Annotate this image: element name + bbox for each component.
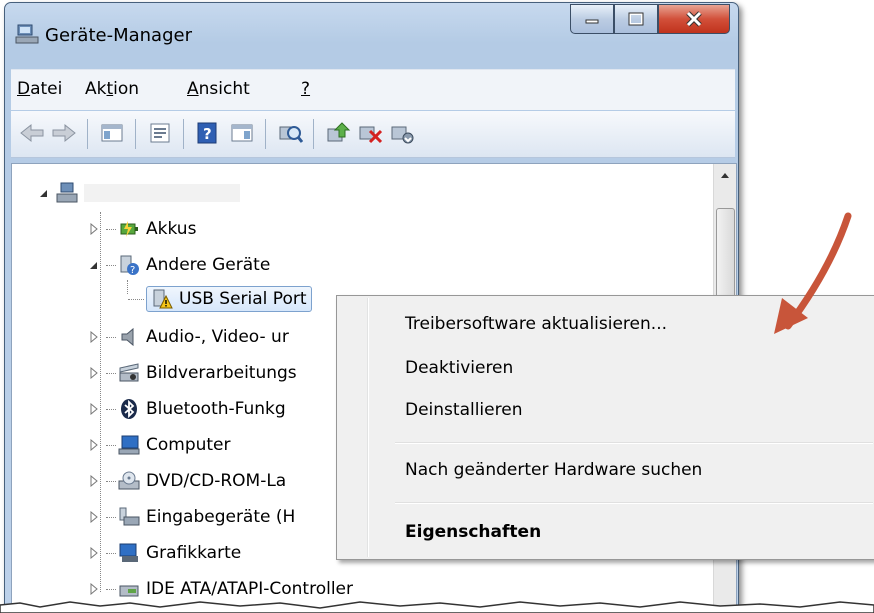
collapse-arrow-icon[interactable] — [88, 259, 100, 271]
expand-arrow-icon[interactable] — [88, 331, 100, 343]
console-tree-icon[interactable] — [99, 121, 125, 145]
help-icon[interactable]: ? — [195, 121, 221, 145]
warning-device-icon — [153, 289, 173, 309]
toolbar: ? — [11, 111, 735, 158]
menu-ansicht[interactable]: Ansicht — [187, 79, 250, 99]
action-pane-icon[interactable] — [229, 121, 255, 145]
collapse-arrow-icon[interactable] — [38, 187, 50, 199]
svg-text:?: ? — [130, 265, 135, 276]
battery-icon — [120, 221, 138, 237]
expand-arrow-icon[interactable] — [88, 547, 100, 559]
menu-help[interactable]: ? — [301, 79, 310, 99]
scan-hardware-icon[interactable] — [277, 121, 303, 145]
expand-arrow-icon[interactable] — [88, 583, 100, 595]
speaker-icon — [121, 327, 134, 347]
tree-item-akkus[interactable]: Akkus — [88, 214, 196, 244]
menu-datei[interactable]: Datei — [17, 79, 62, 99]
tree-root[interactable] — [38, 178, 240, 208]
computer-root-icon — [56, 182, 78, 203]
display-adapter-icon — [119, 543, 138, 562]
tree-item-grafikkarte[interactable]: Grafikkarte — [88, 538, 241, 568]
svg-text:?: ? — [203, 125, 212, 143]
selected-item[interactable]: USB Serial Port — [146, 286, 312, 312]
tree-item-audio[interactable]: Audio-, Video- ur — [88, 322, 289, 352]
bluetooth-icon — [121, 399, 137, 419]
scanner-icon — [119, 363, 139, 382]
uninstall-device-icon[interactable] — [357, 121, 383, 145]
keyboard-icon — [119, 507, 140, 526]
close-icon — [686, 11, 702, 27]
maximize-icon — [628, 12, 644, 26]
computer-icon — [118, 435, 140, 455]
expand-arrow-icon[interactable] — [88, 475, 100, 487]
menu-disable[interactable]: Deaktivieren — [405, 358, 513, 378]
expand-arrow-icon[interactable] — [88, 511, 100, 523]
close-button[interactable] — [658, 4, 730, 34]
ide-controller-icon — [119, 585, 139, 597]
minimize-button[interactable] — [570, 4, 614, 34]
tree-item-bildverarbeitung[interactable]: Bildverarbeitungs — [88, 358, 297, 388]
tree-item-dvd[interactable]: DVD/CD-ROM-La — [88, 466, 286, 496]
scroll-up-button[interactable] — [714, 164, 736, 186]
properties-icon[interactable] — [147, 121, 173, 145]
disable-device-icon[interactable] — [389, 121, 415, 145]
dvd-drive-icon — [118, 471, 140, 490]
expand-arrow-icon[interactable] — [88, 223, 100, 235]
menu-properties[interactable]: Eigenschaften — [405, 522, 541, 542]
caption-buttons — [570, 4, 730, 34]
menu-scan-hardware[interactable]: Nach geänderter Hardware suchen — [405, 460, 702, 480]
menu-uninstall[interactable]: Deinstallieren — [405, 400, 522, 420]
tree-item-bluetooth[interactable]: Bluetooth-Funkg — [88, 394, 286, 424]
menu-update-driver[interactable]: Treibersoftware aktualisieren... — [405, 314, 667, 334]
maximize-button[interactable] — [614, 4, 658, 34]
device-manager-icon — [15, 24, 39, 44]
back-arrow-icon[interactable] — [19, 121, 45, 145]
minimize-icon — [585, 19, 599, 24]
unknown-device-icon: ? — [120, 255, 139, 276]
forward-arrow-icon[interactable] — [51, 121, 77, 145]
chevron-up-icon — [721, 173, 729, 178]
expand-arrow-icon[interactable] — [88, 367, 100, 379]
menu-aktion[interactable]: Aktion — [85, 79, 139, 99]
tree-item-computer[interactable]: Computer — [88, 430, 231, 460]
blurred-computer-name — [84, 184, 240, 202]
title-bar[interactable]: Geräte-Manager — [5, 3, 738, 61]
tree-item-andere-geraete[interactable]: ? Andere Geräte — [88, 250, 270, 280]
annotation-arrow — [774, 212, 852, 334]
tree-item-eingabegeraete[interactable]: Eingabegeräte (H — [88, 502, 295, 532]
window-title: Geräte-Manager — [45, 25, 192, 46]
update-driver-icon[interactable] — [325, 121, 351, 145]
expand-arrow-icon[interactable] — [88, 403, 100, 415]
tree-item-usb-serial-port[interactable]: USB Serial Port — [128, 284, 312, 314]
expand-arrow-icon[interactable] — [88, 439, 100, 451]
torn-edge — [0, 601, 874, 613]
menu-bar: Datei Aktion Ansicht ? — [11, 69, 735, 110]
